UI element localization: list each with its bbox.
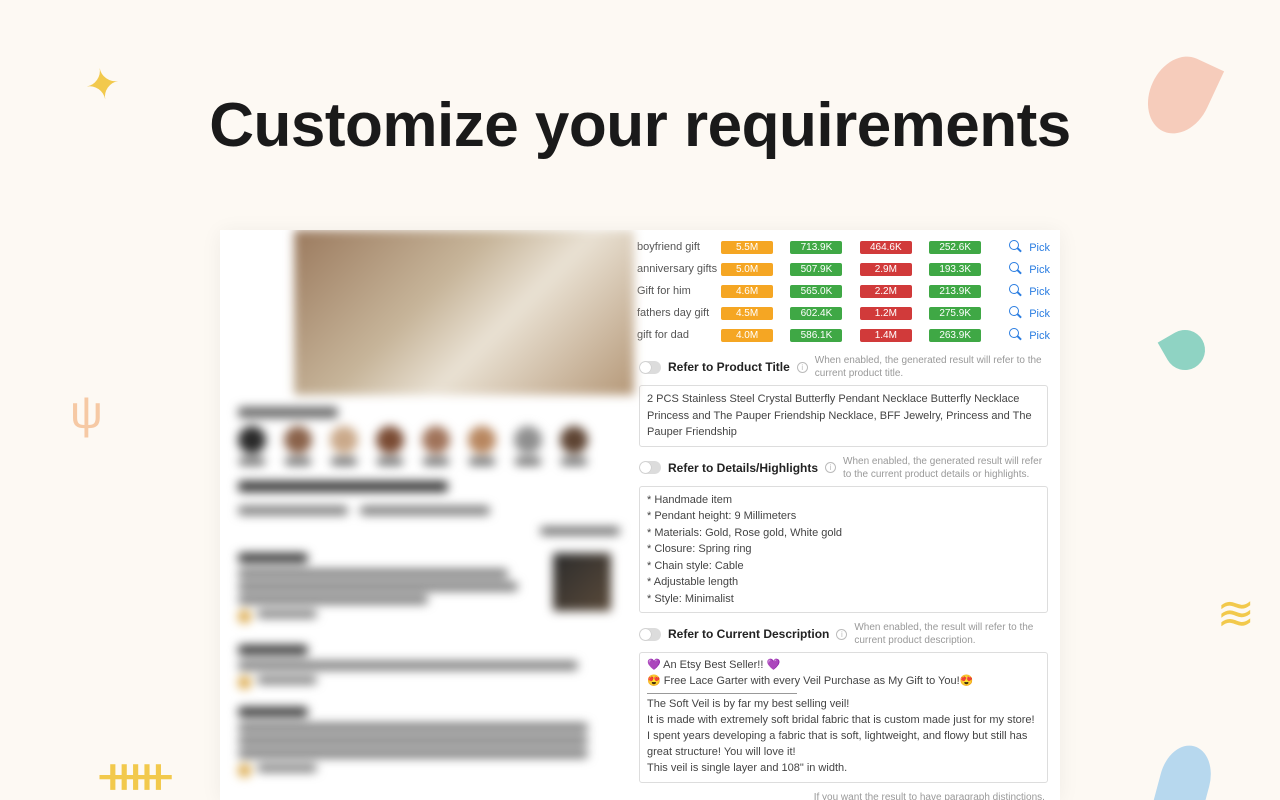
hint-refer-title: When enabled, the generated result will …: [815, 354, 1048, 380]
metric-pill: 1.4M: [860, 329, 912, 342]
divider: [647, 693, 797, 694]
toggle-refer-title[interactable]: [639, 361, 661, 374]
desc-line-4: It is made with extremely soft bridal fa…: [647, 713, 1040, 761]
keyword-row: gift for dad4.0M 586.1K 1.4M 263.9K Pick: [635, 324, 1052, 346]
detail-bullet: * Handmade item: [647, 492, 1040, 509]
metric-pill: 2.2M: [860, 285, 912, 298]
detail-bullet: * Chain style: Cable: [647, 558, 1040, 575]
search-icon[interactable]: [1009, 240, 1022, 253]
metric-pill: 464.6K: [860, 241, 912, 254]
search-icon[interactable]: [1009, 328, 1022, 341]
search-icon[interactable]: [1009, 284, 1022, 297]
metric-pill: 713.9K: [790, 241, 842, 254]
section-refer-title: Refer to Product Title i When enabled, t…: [635, 354, 1052, 447]
detail-bullet: * Materials: Gold, Rose gold, White gold: [647, 525, 1040, 542]
field-details[interactable]: * Handmade item* Pendant height: 9 Milli…: [639, 486, 1048, 614]
desc-line-3: The Soft Veil is by far my best selling …: [647, 697, 1040, 713]
keyword-name: fathers day gift: [635, 302, 719, 324]
page-heading: Customize your requirements: [0, 90, 1280, 161]
hint-split: If you want the result to have paragraph…: [814, 791, 1048, 800]
metric-pill: 602.4K: [790, 307, 842, 320]
info-icon: i: [836, 629, 847, 640]
metric-pill: 5.0M: [721, 263, 773, 276]
section-refer-description: Refer to Current Description i When enab…: [635, 621, 1052, 783]
metric-pill: 1.2M: [860, 307, 912, 320]
hint-refer-description: When enabled, the result will refer to t…: [854, 621, 1048, 647]
keyword-name: Gift for him: [635, 280, 719, 302]
keyword-name: boyfriend gift: [635, 236, 719, 258]
section-refer-details: Refer to Details/Highlights i When enabl…: [635, 455, 1052, 614]
field-current-description[interactable]: 💜 An Etsy Best Seller!! 💜 😍 Free Lace Ga…: [639, 652, 1048, 783]
field-product-title[interactable]: 2 PCS Stainless Steel Crystal Butterfly …: [639, 385, 1048, 447]
grass-decoration-bottom-left: ᚔ: [100, 745, 171, 800]
toggle-refer-description[interactable]: [639, 628, 661, 641]
detail-bullet: * Adjustable length: [647, 574, 1040, 591]
metric-pill: 4.0M: [721, 329, 773, 342]
keyword-name: gift for dad: [635, 324, 719, 346]
label-refer-title: Refer to Product Title: [668, 360, 790, 374]
metric-pill: 252.6K: [929, 241, 981, 254]
pick-button[interactable]: Pick: [1029, 264, 1050, 276]
metric-pill: 193.3K: [929, 263, 981, 276]
keyword-row: fathers day gift4.5M 602.4K 1.2M 275.9K Pick: [635, 302, 1052, 324]
metric-pill: 4.5M: [721, 307, 773, 320]
pick-button[interactable]: Pick: [1029, 286, 1050, 298]
toggle-refer-details[interactable]: [639, 461, 661, 474]
metric-pill: 213.9K: [929, 285, 981, 298]
search-icon[interactable]: [1009, 306, 1022, 319]
app-panel: boyfriend gift5.5M 713.9K 464.6K 252.6K Pick…: [220, 230, 1060, 800]
metric-pill: 565.0K: [790, 285, 842, 298]
detail-bullet: * Style: Minimalist: [647, 591, 1040, 608]
info-icon: i: [825, 462, 836, 473]
config-column: boyfriend gift5.5M 713.9K 464.6K 252.6K Pick…: [635, 230, 1060, 800]
desc-line-1: 💜 An Etsy Best Seller!! 💜: [647, 658, 1040, 674]
detail-bullet: * Pendant height: 9 Millimeters: [647, 508, 1040, 525]
cactus-decoration-left: ψ: [70, 385, 103, 439]
desc-line-5: This veil is single layer and 108" in wi…: [647, 761, 1040, 777]
pick-button[interactable]: Pick: [1029, 242, 1050, 254]
product-preview-blurred: [220, 230, 635, 800]
metric-pill: 275.9K: [929, 307, 981, 320]
keyword-name: anniversary gifts: [635, 258, 719, 280]
metric-pill: 5.5M: [721, 241, 773, 254]
desc-line-2: 😍 Free Lace Garter with every Veil Purch…: [647, 674, 1040, 690]
label-refer-details: Refer to Details/Highlights: [668, 461, 818, 475]
detail-bullet: * Closure: Spring ring: [647, 541, 1040, 558]
keyword-row: Gift for him4.6M 565.0K 2.2M 213.9K Pick: [635, 280, 1052, 302]
keyword-row: boyfriend gift5.5M 713.9K 464.6K 252.6K Pick: [635, 236, 1052, 258]
grass-decoration-right: ≋: [1216, 586, 1255, 640]
info-icon: i: [797, 362, 808, 373]
section-split-paragraphs: Split into Paragraphs i If you want the …: [635, 791, 1052, 800]
leaf-decoration-right: [1158, 323, 1213, 378]
keyword-row: anniversary gifts5.0M 507.9K 2.9M 193.3K Pic…: [635, 258, 1052, 280]
metric-pill: 263.9K: [929, 329, 981, 342]
hint-refer-details: When enabled, the generated result will …: [843, 455, 1048, 481]
keyword-table: boyfriend gift5.5M 713.9K 464.6K 252.6K Pick…: [635, 236, 1052, 346]
metric-pill: 507.9K: [790, 263, 842, 276]
metric-pill: 4.6M: [721, 285, 773, 298]
metric-pill: 2.9M: [860, 263, 912, 276]
metric-pill: 586.1K: [790, 329, 842, 342]
pick-button[interactable]: Pick: [1029, 330, 1050, 342]
search-icon[interactable]: [1009, 262, 1022, 275]
label-refer-description: Refer to Current Description: [668, 627, 829, 641]
pick-button[interactable]: Pick: [1029, 308, 1050, 320]
plant-decoration-bottom-right: [1152, 740, 1218, 800]
